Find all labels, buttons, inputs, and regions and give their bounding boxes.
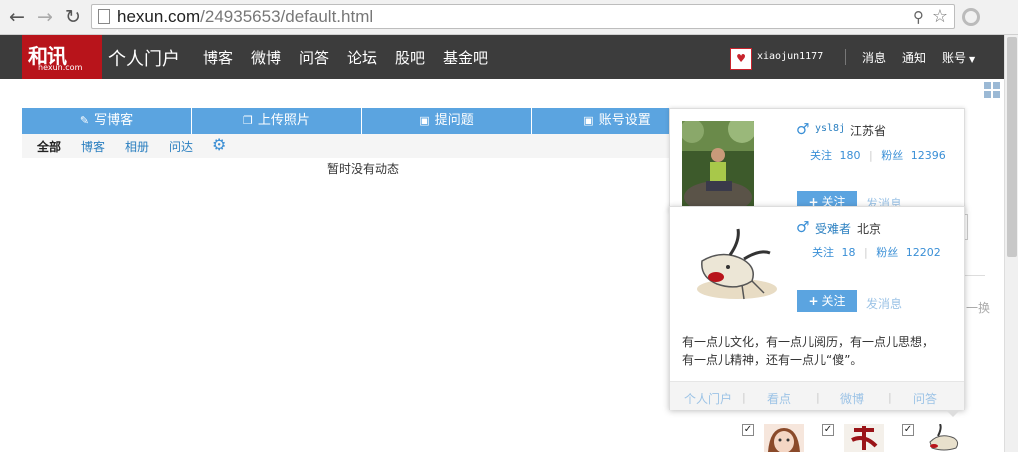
forward-icon[interactable]: → xyxy=(34,6,56,28)
nav-divider xyxy=(845,49,846,65)
account-label: 账号 xyxy=(942,51,967,65)
card-links-bar: 个人门户 | 看点 | 微博 | 问答 xyxy=(670,381,964,410)
vertical-scrollbar[interactable] xyxy=(1004,35,1018,452)
key-icon[interactable]: ⚲ xyxy=(913,8,924,26)
address-bar[interactable]: hexun.com/24935653/default.html ⚲ ☆ xyxy=(91,4,955,29)
friend-avatar[interactable] xyxy=(844,424,884,452)
copy-icon: ❐ xyxy=(243,114,253,127)
user-stats: 关注 180 | 粉丝 12396 xyxy=(810,147,946,163)
url-path: /24935653/default.html xyxy=(200,7,374,26)
account-settings-label: 账号设置 xyxy=(598,113,651,128)
user-avatar-bull xyxy=(682,219,782,319)
fans-count[interactable]: 12202 xyxy=(906,246,941,259)
write-blog-label: 写博客 xyxy=(94,113,134,128)
fans-count-label[interactable]: 粉丝 xyxy=(881,149,903,162)
reload-icon[interactable]: ↻ xyxy=(62,6,84,28)
chrome-menu-icon[interactable] xyxy=(962,8,980,26)
upload-photo-button[interactable]: ❐ 上传照片 xyxy=(192,108,362,134)
pencil-icon: ✎ xyxy=(79,114,90,127)
tab-all[interactable]: 全部 xyxy=(37,138,61,155)
username[interactable]: xiaojun1177 xyxy=(757,51,823,62)
gear-icon[interactable]: ⚙ xyxy=(212,135,226,154)
page-icon xyxy=(98,9,110,24)
fans-count-label[interactable]: 粉丝 xyxy=(876,246,898,259)
portal-title[interactable]: 个人门户 xyxy=(108,45,180,71)
logo-subtext: hexun.com xyxy=(38,63,83,72)
grid-view-icon[interactable] xyxy=(984,82,1002,100)
empty-feed-message: 暂时没有动态 xyxy=(327,162,400,176)
user-location: 江苏省 xyxy=(850,124,887,138)
ask-question-label: 提问题 xyxy=(434,113,474,128)
notifications-link[interactable]: 通知 xyxy=(902,49,926,66)
nav-qa[interactable]: 问答 xyxy=(299,47,329,68)
ask-question-button[interactable]: ▣ 提问题 xyxy=(362,108,532,134)
tab-blog[interactable]: 博客 xyxy=(81,138,105,155)
male-icon: ♂ xyxy=(796,218,810,236)
friend-checkbox[interactable]: ✓ xyxy=(742,424,754,436)
friend-avatar[interactable] xyxy=(924,424,964,452)
upload-photo-label: 上传照片 xyxy=(257,113,310,128)
divider xyxy=(965,275,985,276)
follow-count-label[interactable]: 关注 xyxy=(810,149,832,162)
follow-button-label: 关注 xyxy=(821,294,846,308)
male-icon: ♂ xyxy=(796,120,810,138)
follow-count[interactable]: 18 xyxy=(842,246,856,259)
tab-wenda[interactable]: 问达 xyxy=(169,138,193,155)
scrollbar-thumb[interactable] xyxy=(1007,37,1017,257)
link-divider: | xyxy=(742,391,746,404)
url-text: hexun.com/24935653/default.html xyxy=(117,7,373,27)
follow-count-label[interactable]: 关注 xyxy=(812,246,834,259)
nav-weibo[interactable]: 微博 xyxy=(251,47,281,68)
tab-album[interactable]: 相册 xyxy=(125,138,149,155)
user-avatar[interactable]: ♥ xyxy=(730,48,752,70)
chat-icon: ▣ xyxy=(583,114,594,127)
nav-guba[interactable]: 股吧 xyxy=(395,47,425,68)
user-bio: 有一点儿文化，有一点儿阅历，有一点儿思想， 有一点儿精神，还有一点儿“傻”。 xyxy=(682,333,952,369)
back-icon[interactable]: ← xyxy=(6,6,28,28)
action-bar: ✎ 写博客 ❐ 上传照片 ▣ 提问题 ▣ 账号设置 xyxy=(22,108,702,134)
friend-avatar[interactable] xyxy=(764,424,804,452)
star-icon[interactable]: ☆ xyxy=(932,6,948,27)
messages-link[interactable]: 消息 xyxy=(862,49,886,66)
bio-line: 有一点儿文化，有一点儿阅历，有一点儿思想， xyxy=(682,335,935,349)
chat-icon: ▣ xyxy=(419,114,430,127)
hexun-logo[interactable]: 和讯 hexun.com xyxy=(22,35,102,79)
stat-divider: | xyxy=(869,149,873,162)
follow-button[interactable]: + 关注 xyxy=(797,290,857,312)
user-name[interactable]: ysl8j xyxy=(815,123,845,134)
friend-checkbox[interactable]: ✓ xyxy=(902,424,914,436)
stat-divider: | xyxy=(864,246,868,259)
follow-count[interactable]: 180 xyxy=(840,149,861,162)
user-location: 北京 xyxy=(857,222,882,236)
filter-tabs: 全部 博客 相册 问达 ⚙ xyxy=(22,134,702,158)
chevron-down-icon: ▼ xyxy=(969,55,976,64)
link-divider: | xyxy=(888,391,892,404)
user-photo xyxy=(682,121,754,209)
user-card-shounanzhe: ♂ 受难者 北京 关注 18 | 粉丝 12202 + 关注 发消息 有一点儿文化… xyxy=(669,206,965,417)
user-stats: 关注 18 | 粉丝 12202 xyxy=(812,244,941,260)
nav-forum[interactable]: 论坛 xyxy=(347,47,377,68)
swap-batch-link[interactable]: 一换 xyxy=(966,299,990,316)
fans-count[interactable]: 12396 xyxy=(911,149,946,162)
plus-icon: + xyxy=(808,294,819,308)
nav-fund[interactable]: 基金吧 xyxy=(443,47,488,68)
url-host: hexun.com xyxy=(117,7,201,26)
bio-line: 有一点儿精神，还有一点儿“傻”。 xyxy=(682,353,863,367)
browser-toolbar: ← → ↻ hexun.com/24935653/default.html ⚲ … xyxy=(0,0,1018,35)
account-menu[interactable]: 账号 ▼ xyxy=(942,49,975,66)
user-card-ysl8j: ♂ ysl8j 江苏省 关注 180 | 粉丝 12396 + 关注 发消息 xyxy=(669,108,965,213)
user-name[interactable]: 受难者 xyxy=(815,220,851,237)
write-blog-button[interactable]: ✎ 写博客 xyxy=(22,108,192,134)
link-personal-portal[interactable]: 个人门户 xyxy=(684,390,732,407)
message-button[interactable]: 发消息 xyxy=(866,295,902,312)
nav-blog[interactable]: 博客 xyxy=(203,47,233,68)
link-divider: | xyxy=(816,391,820,404)
card-pointer xyxy=(946,410,960,417)
site-header: 和讯 hexun.com 个人门户 博客 微博 问答 论坛 股吧 基金吧 ♥ x… xyxy=(0,35,1004,79)
friend-checkbox[interactable]: ✓ xyxy=(822,424,834,436)
link-weibo[interactable]: 微博 xyxy=(840,390,864,407)
link-kandian[interactable]: 看点 xyxy=(767,390,791,407)
link-qa[interactable]: 问答 xyxy=(913,390,937,407)
